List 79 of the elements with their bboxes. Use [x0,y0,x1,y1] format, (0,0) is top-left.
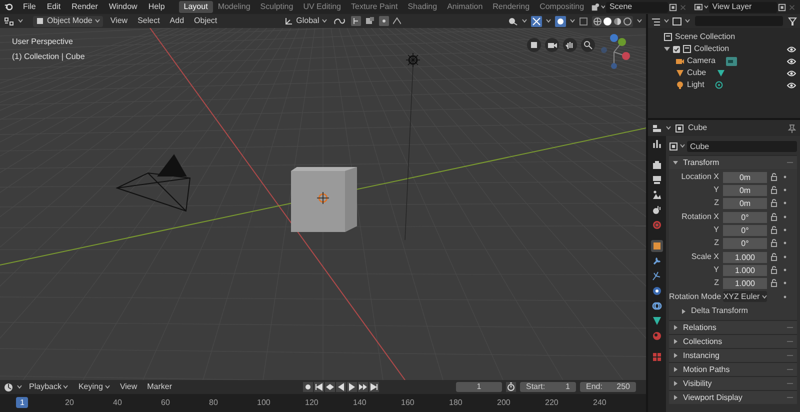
field-label: Location X [680,171,719,184]
orientation-dropdown[interactable]: Global [283,16,330,26]
menu-item[interactable]: View [116,381,140,393]
frame-number: 120 [305,397,318,408]
name-field[interactable]: Cube [687,140,797,152]
menu-item[interactable]: Keying [75,381,113,393]
scene-field[interactable]: Scene [606,2,668,12]
workspace-tab[interactable]: Sculpting [255,1,298,13]
frame-field[interactable]: 1 [456,382,502,392]
panel-header[interactable]: Motion Paths [669,362,797,376]
menu-item[interactable]: View [107,15,131,27]
workspace-tab[interactable]: Compositing [534,1,590,13]
panel-header[interactable]: Viewport Display [669,390,797,404]
menu-item[interactable]: Object [191,15,220,27]
number-field[interactable]: 1.000 [723,264,767,276]
workspace-tab[interactable]: Layout [178,1,213,13]
current-frame-indicator[interactable]: 1 [16,397,28,408]
frame-number: 200 [497,397,510,408]
outliner-item[interactable]: Collection [694,43,730,55]
rotation-mode-dropdown[interactable]: XYZ Euler [723,291,767,302]
menu-item[interactable]: File [18,1,41,13]
panel-header[interactable]: Instancing [669,348,797,362]
frame-number: 220 [545,397,558,408]
frame-number: 20 [65,397,74,408]
workspace-tab[interactable]: Animation [442,1,488,13]
number-field[interactable]: 0m [723,198,767,209]
panel-header[interactable]: Visibility [669,376,797,390]
frame-number: 160 [401,397,414,408]
frame-number: 100 [257,397,270,408]
number-field[interactable]: 1.000 [723,278,767,289]
panel-header[interactable]: Relations [669,320,797,334]
field-label: Y [712,264,719,276]
menu-item[interactable]: Window [104,1,142,13]
view-name-label: User Perspective [12,36,74,48]
menu-item[interactable]: Marker [144,381,176,393]
number-field[interactable]: 0° [723,238,767,249]
outliner-item[interactable]: Scene Collection [675,31,736,43]
field-label: Y [712,184,719,196]
field-label: Y [712,224,719,236]
number-field[interactable]: 0m [723,172,767,183]
outliner-item[interactable]: Camera [687,55,716,67]
panel-header[interactable]: Transform [669,155,797,169]
field-label: Scale X [690,251,719,264]
number-field[interactable]: 0° [723,224,767,236]
panel-header[interactable]: Collections [669,334,797,348]
outliner-item[interactable]: Cube [687,67,706,79]
frame-number: 80 [209,397,218,408]
frame-number: 240 [593,397,606,408]
menu-item[interactable]: Edit [42,1,66,13]
field-label: Z [713,277,719,290]
menu-item[interactable]: Add [166,15,188,27]
object-name-label: Cube [688,122,708,134]
mode-dropdown[interactable]: Object Mode [33,16,104,26]
workspace-tab[interactable]: Texture Paint [346,1,403,13]
workspace-tab[interactable]: Modeling [212,1,256,13]
field-label: Z [713,237,719,250]
workspace-tab[interactable]: UV Editing [298,1,346,13]
number-field[interactable]: 1.000 [723,252,767,263]
subpanel-header[interactable]: Delta Transform [669,304,797,318]
field-label: Rotation Mode [669,290,719,303]
number-field[interactable]: 0° [723,212,767,223]
start-frame-field[interactable]: Start: 1 [520,382,576,392]
menu-item[interactable]: Render [66,1,103,13]
workspace-tab[interactable]: Rendering [488,1,535,13]
frame-number: 140 [353,397,366,408]
view-layer-field[interactable]: View Layer [709,2,777,12]
number-field[interactable]: 0m [723,184,767,196]
field-label: Rotation X [680,211,719,224]
end-frame-field[interactable]: End: 250 [580,382,636,392]
context-label: (1) Collection | Cube [12,51,85,63]
menu-item[interactable]: Select [134,15,163,27]
frame-number: 180 [449,397,462,408]
outliner-item[interactable]: Light [687,79,704,91]
field-label: Z [713,197,719,210]
frame-number: 40 [113,397,122,408]
menu-item[interactable]: Playback [26,381,72,393]
workspace-tab[interactable]: Shading [402,1,442,13]
menu-item[interactable]: Help [143,1,170,13]
frame-number: 60 [161,397,170,408]
